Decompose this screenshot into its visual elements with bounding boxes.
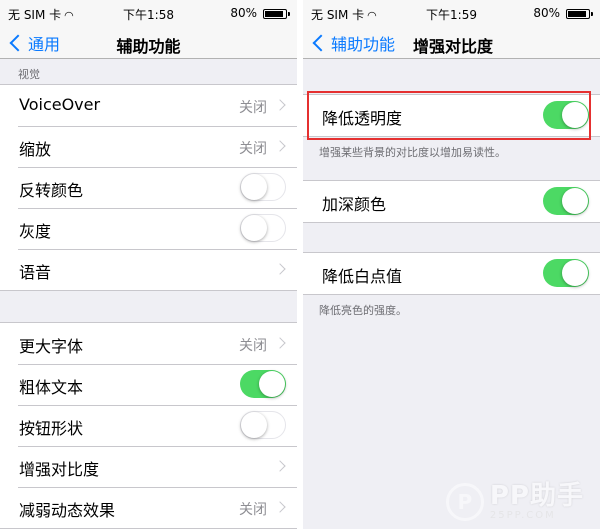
- row-label: 缩放: [19, 140, 52, 159]
- row-value: 关闭: [239, 338, 267, 354]
- chevron-right-icon: [274, 460, 286, 472]
- highlight-box: [307, 91, 591, 140]
- invert-colors-toggle[interactable]: [240, 173, 286, 201]
- page-title: 增强对比度: [413, 37, 494, 56]
- row-value: 关闭: [239, 100, 267, 116]
- battery-percentage: 80%: [230, 6, 257, 20]
- accessibility-screen: 无 SIM 卡 ◠ 下午1:58 80% 通用 辅助功能 视觉 VoiceOver…: [0, 0, 297, 529]
- navigation-bar: 辅助功能 增强对比度: [303, 28, 600, 59]
- chevron-right-icon: [274, 263, 286, 275]
- pp-logo-icon: P: [445, 482, 484, 521]
- chevron-right-icon: [274, 140, 286, 152]
- row-label: 粗体文本: [19, 378, 84, 397]
- row-label: 减弱动态效果: [19, 501, 116, 520]
- row-reduce-white-point: 降低白点值: [303, 253, 600, 294]
- row-voiceover[interactable]: VoiceOver 关闭: [0, 85, 297, 126]
- row-label: 降低白点值: [322, 267, 403, 286]
- battery-icon: [566, 9, 593, 19]
- back-button-label: 辅助功能: [331, 35, 396, 54]
- row-speech[interactable]: 语音: [0, 249, 297, 290]
- row-darken-colors: 加深颜色: [303, 181, 600, 222]
- row-label: VoiceOver: [19, 95, 101, 114]
- back-button-accessibility[interactable]: 辅助功能: [311, 30, 395, 56]
- row-value: 关闭: [239, 141, 267, 157]
- reduce-white-point-group: 降低白点值: [303, 252, 600, 295]
- row-label: 反转颜色: [19, 181, 84, 200]
- watermark: P PP助手 25PP.COM: [445, 481, 584, 521]
- row-grayscale: 灰度: [0, 208, 297, 249]
- battery-percentage: 80%: [533, 6, 560, 20]
- reduce-white-point-footer: 降低亮色的强度。: [319, 304, 407, 317]
- chevron-right-icon: [274, 99, 286, 111]
- vision-group: VoiceOver 关闭 缩放 关闭 反转颜色 灰度 语音: [0, 84, 297, 291]
- page-title: 辅助功能: [116, 37, 181, 56]
- grayscale-toggle[interactable]: [240, 214, 286, 242]
- watermark-url: 25PP.COM: [489, 510, 556, 521]
- status-bar: 无 SIM 卡 ◠ 下午1:59 80%: [303, 0, 600, 28]
- darken-colors-group: 加深颜色: [303, 180, 600, 223]
- row-reduce-motion[interactable]: 减弱动态效果 关闭: [0, 487, 297, 528]
- row-invert-colors: 反转颜色: [0, 167, 297, 208]
- row-label: 加深颜色: [322, 195, 387, 214]
- row-label: 按钮形状: [19, 419, 84, 438]
- row-label: 语音: [19, 263, 52, 282]
- row-label: 增强对比度: [19, 460, 100, 479]
- button-shapes-toggle[interactable]: [240, 411, 286, 439]
- row-increase-contrast[interactable]: 增强对比度: [0, 446, 297, 487]
- row-larger-text[interactable]: 更大字体 关闭: [0, 323, 297, 364]
- section-header-vision: 视觉: [18, 68, 40, 81]
- battery-icon: [263, 9, 290, 19]
- row-label: 灰度: [19, 222, 52, 241]
- chevron-right-icon: [274, 501, 286, 513]
- row-zoom[interactable]: 缩放 关闭: [0, 126, 297, 167]
- darken-colors-toggle[interactable]: [543, 187, 589, 215]
- navigation-bar: 通用 辅助功能: [0, 28, 297, 59]
- reduce-transparency-footer: 增强某些背景的对比度以增加易读性。: [319, 146, 506, 159]
- row-value: 关闭: [239, 502, 267, 518]
- bold-text-toggle[interactable]: [240, 370, 286, 398]
- row-label: 更大字体: [19, 337, 84, 356]
- chevron-left-icon: [312, 34, 330, 52]
- chevron-right-icon: [274, 337, 286, 349]
- row-bold-text: 粗体文本: [0, 364, 297, 405]
- watermark-brand: PP助手: [489, 481, 584, 511]
- reduce-white-point-toggle[interactable]: [543, 259, 589, 287]
- interaction-group: 更大字体 关闭 粗体文本 按钮形状 增强对比度 减弱动态效果 关闭: [0, 322, 297, 529]
- row-button-shapes: 按钮形状: [0, 405, 297, 446]
- increase-contrast-screen: 无 SIM 卡 ◠ 下午1:59 80% 辅助功能 增强对比度 降低透明度 增强某…: [303, 0, 600, 529]
- status-bar: 无 SIM 卡 ◠ 下午1:58 80%: [0, 0, 297, 28]
